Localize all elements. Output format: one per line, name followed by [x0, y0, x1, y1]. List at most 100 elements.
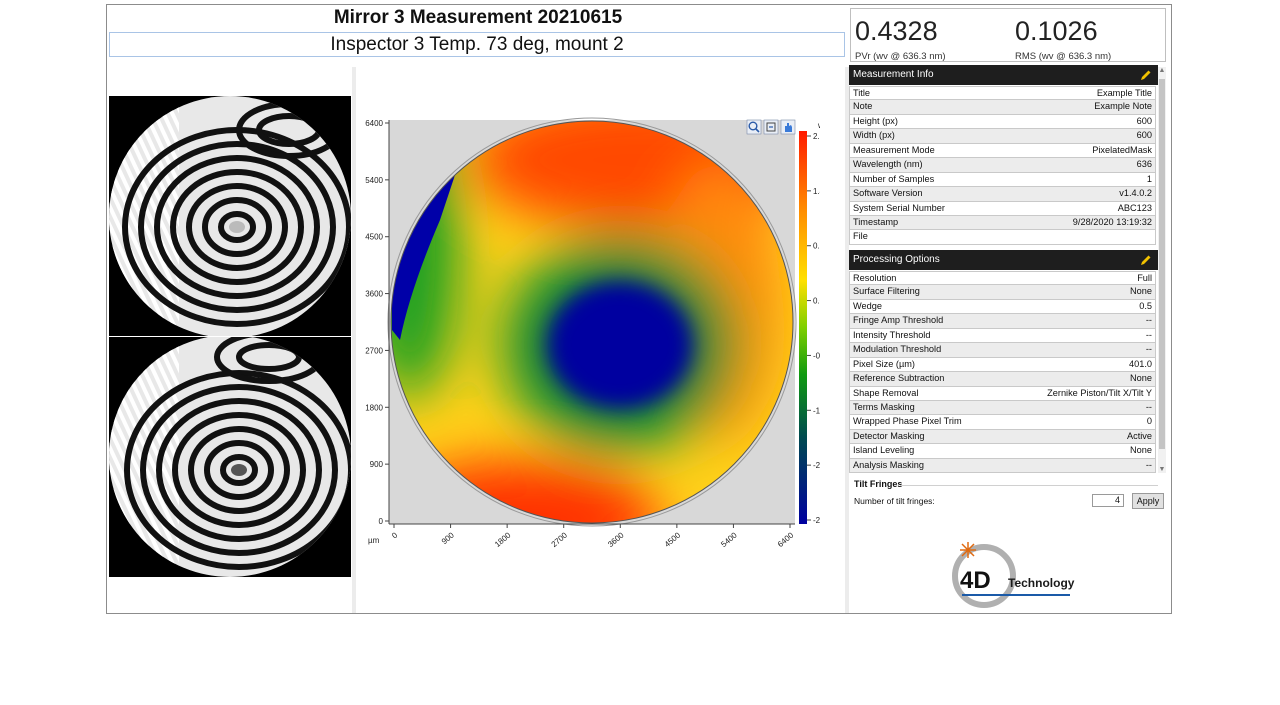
colorbar-unit: wv: [817, 121, 820, 130]
y-tick-label: 5400: [365, 176, 383, 185]
table-row[interactable]: Modulation Threshold --: [849, 343, 1156, 358]
row-value: 600: [1136, 115, 1152, 126]
row-label: File: [853, 231, 868, 242]
colorbar-tick-label: -0.700: [813, 351, 820, 360]
table-row[interactable]: Surface Filtering None: [849, 285, 1156, 300]
row-value: 1: [1146, 173, 1152, 184]
colorbar-tick-label: 0.000: [813, 297, 820, 306]
logo-text-technology: Technology: [1008, 576, 1075, 590]
table-row[interactable]: Resolution Full: [849, 271, 1156, 286]
table-row[interactable]: Detector Masking Active: [849, 429, 1156, 445]
row-label: Timestamp: [853, 216, 899, 227]
measurement-info-table: Title Example Title Note Example Note Height…: [849, 86, 1156, 245]
table-row[interactable]: Measurement Mode PixelatedMask: [849, 143, 1156, 159]
x-tick-label: 0: [390, 530, 400, 540]
x-tick-label: 2700: [550, 530, 570, 549]
y-tick-label: 0: [379, 517, 384, 526]
row-label: Wrapped Phase Pixel Trim: [853, 416, 962, 427]
scrollbar-thumb[interactable]: [1159, 79, 1165, 449]
processing-options-header[interactable]: Processing Options: [849, 250, 1158, 270]
row-value: --: [1145, 401, 1152, 412]
subtitle-field[interactable]: Inspector 3 Temp. 73 deg, mount 2: [109, 32, 845, 57]
row-value: Zernike Piston/Tilt X/Tilt Y: [1047, 387, 1152, 398]
colorbar-tick-label: -2.830: [813, 516, 820, 525]
row-value: 636: [1136, 159, 1152, 170]
scroll-up-icon[interactable]: ▲: [1158, 67, 1166, 74]
zoom-icon[interactable]: [746, 119, 762, 135]
splitter-left[interactable]: [352, 67, 356, 613]
rms-value: 0.1026: [1015, 16, 1098, 46]
rms-label: RMS (wv @ 636.3 nm): [1015, 51, 1112, 62]
table-row[interactable]: Width (px) 600: [849, 129, 1156, 144]
row-value: 0: [1146, 416, 1152, 427]
table-row[interactable]: Fringe Amp Threshold --: [849, 314, 1156, 329]
zoom-fit-icon[interactable]: [763, 119, 779, 135]
table-row[interactable]: Note Example Note: [849, 100, 1156, 115]
x-tick-label: 900: [440, 530, 456, 546]
row-label: Island Leveling: [853, 445, 915, 456]
table-row[interactable]: Timestamp 9/28/2020 13:19:32: [849, 215, 1156, 231]
row-value: None: [1130, 373, 1152, 384]
row-value: PixelatedMask: [1092, 144, 1152, 155]
edit-pencil-icon[interactable]: [1140, 69, 1152, 81]
row-value: Example Title: [1096, 88, 1152, 98]
colorbar: [799, 131, 807, 524]
table-row[interactable]: Height (px) 600: [849, 114, 1156, 130]
divider: [900, 485, 1158, 486]
table-row[interactable]: System Serial Number ABC123: [849, 201, 1156, 216]
table-row[interactable]: Number of Samples 1: [849, 172, 1156, 188]
row-value: --: [1145, 329, 1152, 340]
row-value: 0.5: [1139, 300, 1152, 311]
x-tick-label: 3600: [606, 530, 626, 549]
scroll-down-icon[interactable]: ▼: [1158, 466, 1166, 473]
tilt-fringes-input[interactable]: 4: [1092, 494, 1124, 507]
row-label: Analysis Masking: [853, 459, 924, 470]
row-value: 401.0: [1129, 358, 1152, 369]
table-row[interactable]: Wrapped Phase Pixel Trim 0: [849, 415, 1156, 430]
apply-button[interactable]: Apply: [1132, 493, 1164, 509]
table-row[interactable]: Shape Removal Zernike Piston/Tilt X/Tilt …: [849, 386, 1156, 401]
surface-map-plot: 6400 5400 4500 3600 2700 1800 900 0 0 900 1800 270…: [365, 117, 820, 549]
table-row[interactable]: Title Example Title: [849, 86, 1156, 101]
table-row[interactable]: Terms Masking --: [849, 400, 1156, 416]
row-value: v1.4.0.2: [1119, 188, 1152, 199]
page-title: Mirror 3 Measurement 20210615: [333, 7, 623, 28]
processing-options-title: Processing Options: [853, 254, 940, 265]
pan-hand-icon[interactable]: [780, 119, 796, 135]
table-row[interactable]: Analysis Masking --: [849, 458, 1156, 474]
x-tick-label: 4500: [663, 530, 683, 549]
processing-options-table: Resolution Full Surface Filtering None Wedge…: [849, 271, 1156, 474]
table-row[interactable]: Software Version v1.4.0.2: [849, 187, 1156, 202]
colorbar-tick-label: 1.400: [813, 187, 820, 196]
fringe-image-bottom: [109, 337, 351, 577]
table-row[interactable]: Intensity Threshold --: [849, 328, 1156, 344]
table-row[interactable]: Reference Subtraction None: [849, 372, 1156, 387]
pvr-label: PVr (wv @ 636.3 nm): [855, 51, 946, 62]
table-row[interactable]: Wavelength (nm) 636: [849, 158, 1156, 173]
row-label: Reference Subtraction: [853, 373, 945, 384]
row-label: Modulation Threshold: [853, 344, 942, 355]
row-label: Title: [853, 88, 871, 98]
x-tick-label: 6400: [776, 530, 796, 549]
row-label: Wedge: [853, 300, 882, 311]
row-label: Terms Masking: [853, 401, 915, 412]
row-label: System Serial Number: [853, 202, 945, 213]
measurement-info-header[interactable]: Measurement Info: [849, 65, 1158, 85]
measurement-info-title: Measurement Info: [853, 69, 934, 80]
table-row[interactable]: Wedge 0.5: [849, 299, 1156, 315]
info-scrollbar[interactable]: ▲ ▼: [1158, 67, 1166, 473]
table-row[interactable]: Pixel Size (µm) 401.0: [849, 357, 1156, 373]
row-label: Wavelength (nm): [853, 159, 923, 170]
colorbar-tick-label: 2.138: [813, 132, 820, 141]
table-row[interactable]: Island Leveling None: [849, 444, 1156, 459]
row-value: Full: [1137, 273, 1152, 283]
edit-pencil-icon[interactable]: [1140, 254, 1152, 266]
row-value: Example Note: [1094, 101, 1152, 112]
tilt-fringes-label: Number of tilt fringes:: [854, 496, 935, 506]
row-label: Height (px): [853, 115, 898, 126]
row-value: 600: [1136, 130, 1152, 141]
row-label: Surface Filtering: [853, 286, 920, 297]
table-row[interactable]: File: [849, 230, 1156, 245]
row-label: Intensity Threshold: [853, 329, 931, 340]
row-label: Number of Samples: [853, 173, 935, 184]
